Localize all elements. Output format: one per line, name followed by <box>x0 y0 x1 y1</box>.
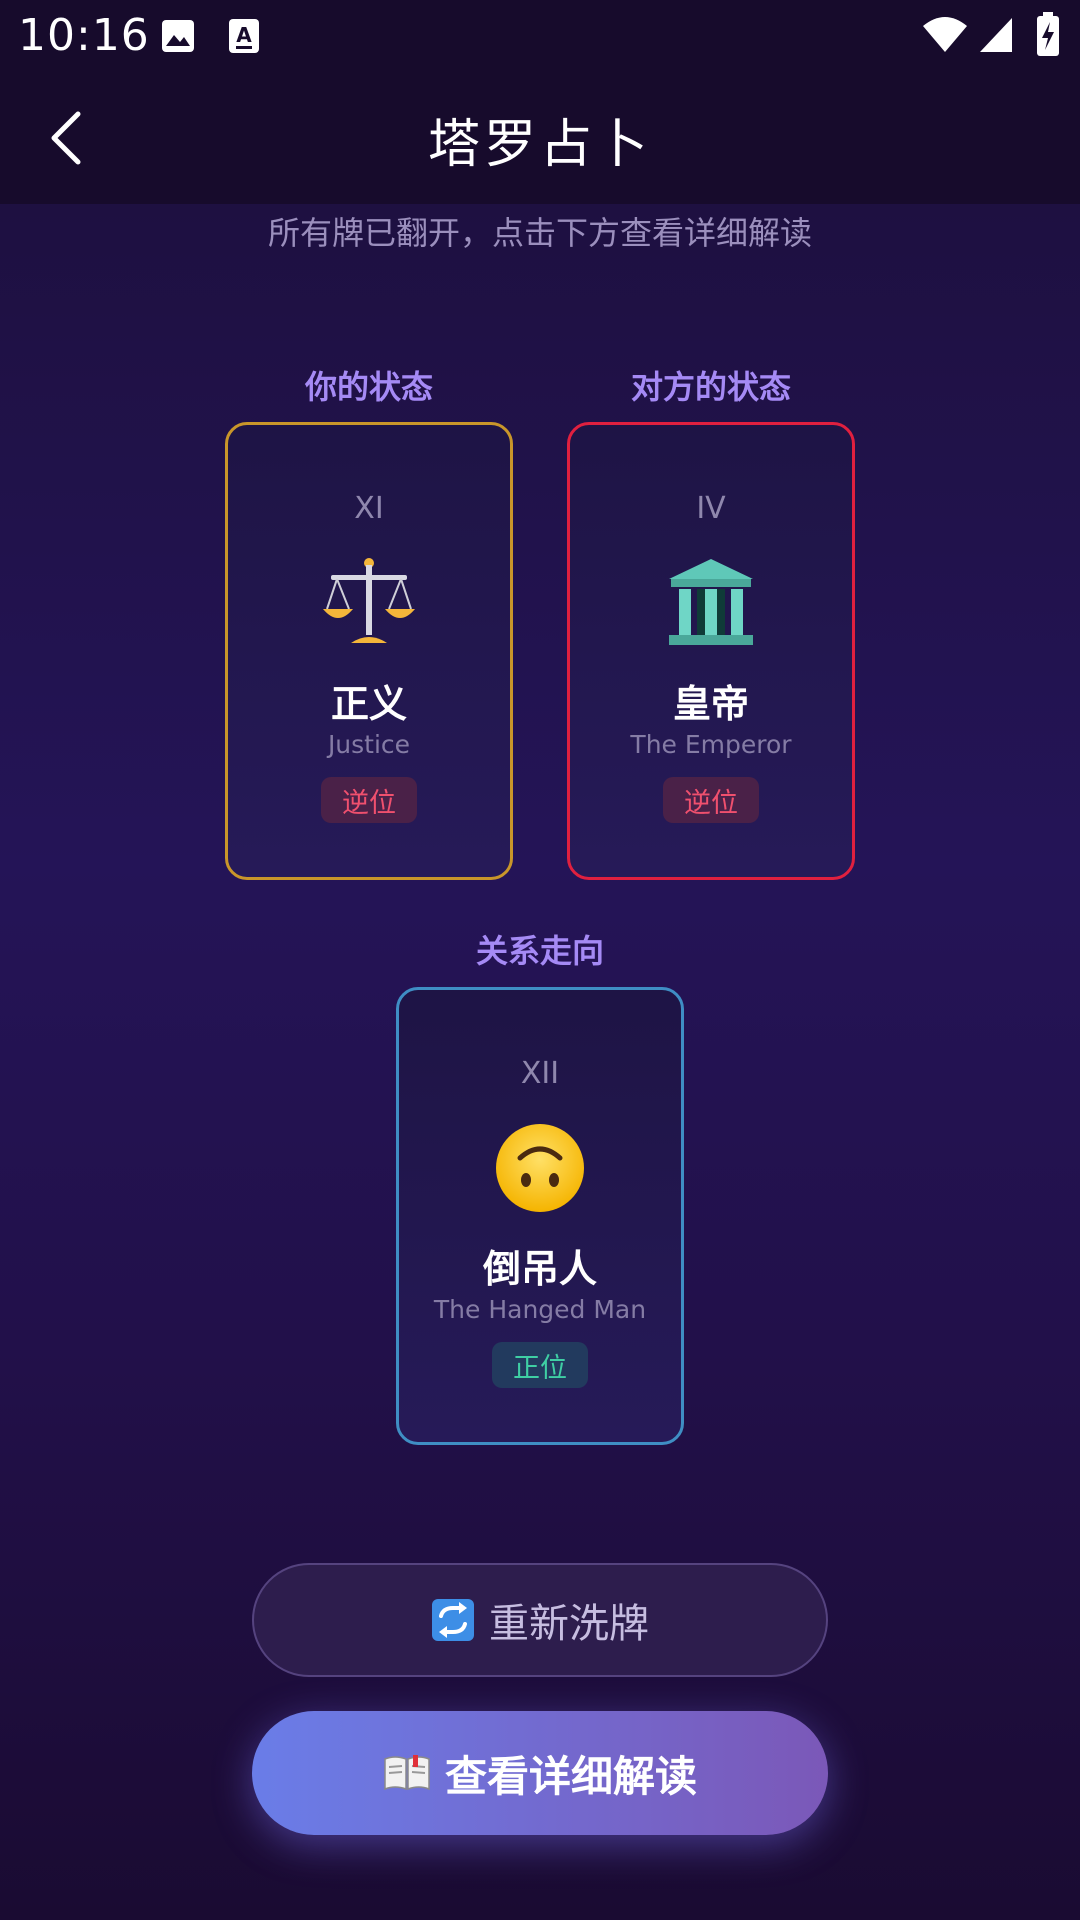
card-name-en: The Emperor <box>630 730 792 759</box>
hint-text: 所有牌已翻开，点击下方查看详细解读 <box>267 214 812 252</box>
orientation-badge: 正位 <box>492 1342 588 1388</box>
status-bar: 10:16 A <box>0 0 1080 72</box>
view-detail-label: 查看详细解读 <box>444 1751 697 1801</box>
text-notification-icon: A <box>229 19 259 53</box>
upside-down-face-icon <box>399 1118 681 1218</box>
card-name-en: Justice <box>327 730 411 759</box>
orientation-badge: 逆位 <box>321 777 417 823</box>
card-name: 倒吊人 <box>482 1247 597 1291</box>
tarot-card-hanged-man[interactable]: XII 倒吊人 The Hanged Man 正位 <box>396 987 684 1445</box>
card-numeral: IV <box>696 491 726 526</box>
reshuffle-label: 重新洗牌 <box>489 1601 649 1647</box>
card-name: 正义 <box>330 682 407 726</box>
page-title: 塔罗占卜 <box>427 115 652 175</box>
view-detail-button[interactable]: 查看详细解读 <box>252 1711 828 1835</box>
position-label-relationship: 关系走向 <box>475 932 604 970</box>
position-label-other-state: 对方的状态 <box>630 368 791 406</box>
card-numeral: XI <box>354 491 384 526</box>
classical-building-icon <box>570 553 852 653</box>
tarot-card-justice[interactable]: XI 正义 Justice 逆位 <box>225 422 513 880</box>
image-icon <box>162 20 194 52</box>
wifi-icon <box>923 17 967 52</box>
open-book-icon <box>383 1753 431 1793</box>
svg-text:A: A <box>236 23 252 47</box>
app-header: 塔罗占卜 <box>0 72 1080 204</box>
scales-icon <box>228 553 510 653</box>
status-time: 10:16 <box>18 10 150 61</box>
position-label-your-state: 你的状态 <box>304 368 433 406</box>
orientation-badge: 逆位 <box>663 777 759 823</box>
battery-charging-icon <box>1037 12 1059 56</box>
card-numeral: XII <box>520 1056 560 1091</box>
card-name: 皇帝 <box>672 682 749 726</box>
tarot-card-emperor[interactable]: IV 皇帝 The Emperor 逆位 <box>567 422 855 880</box>
signal-icon <box>980 18 1012 52</box>
card-name-en: The Hanged Man <box>433 1295 647 1324</box>
reshuffle-button[interactable]: 重新洗牌 <box>252 1563 828 1677</box>
repeat-arrows-icon <box>431 1598 475 1642</box>
